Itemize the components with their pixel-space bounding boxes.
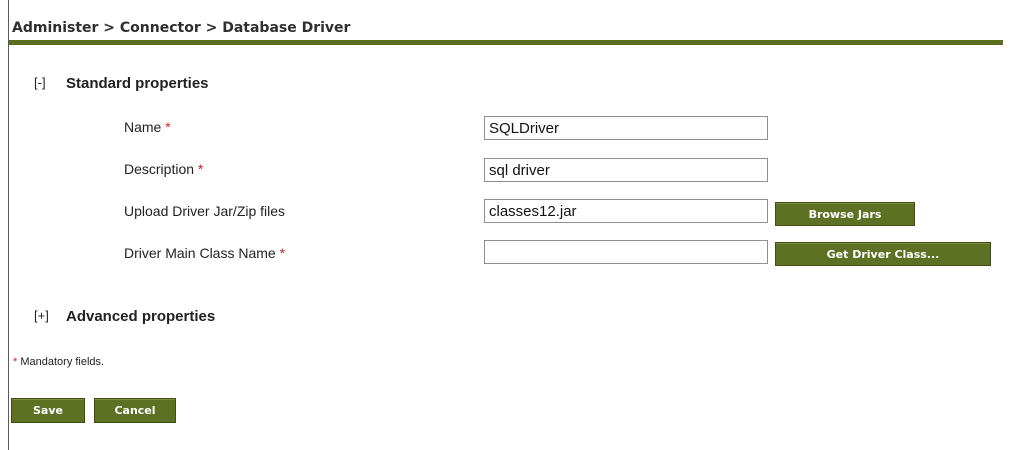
mandatory-mark: *	[13, 356, 18, 368]
name-required-mark: *	[165, 119, 171, 135]
name-input[interactable]	[484, 116, 768, 140]
cancel-button[interactable]: Cancel	[94, 398, 176, 423]
mandatory-fields-note: * Mandatory fields.	[13, 356, 104, 368]
save-button[interactable]: Save	[11, 398, 85, 423]
description-input[interactable]	[484, 158, 768, 182]
description-label-text: Description	[124, 161, 195, 177]
upload-file-input[interactable]	[484, 199, 768, 223]
main-class-label: Driver Main Class Name *	[124, 245, 285, 261]
browse-jars-button[interactable]: Browse Jars	[775, 202, 915, 226]
main-class-input[interactable]	[484, 240, 768, 264]
upload-label-text: Upload Driver Jar/Zip files	[124, 203, 286, 219]
header-divider	[9, 40, 1003, 45]
get-driver-class-button[interactable]: Get Driver Class...	[775, 242, 991, 266]
name-label: Name *	[124, 119, 171, 135]
main-class-label-text: Driver Main Class Name	[124, 245, 276, 261]
breadcrumb: Administer > Connector > Database Driver	[12, 20, 351, 36]
left-border	[8, 0, 9, 450]
upload-label: Upload Driver Jar/Zip files	[124, 203, 285, 219]
name-label-text: Name	[124, 119, 162, 135]
main-class-required-mark: *	[279, 245, 286, 261]
mandatory-text: Mandatory fields.	[20, 356, 105, 368]
advanced-section-title[interactable]: Advanced properties	[66, 308, 215, 325]
standard-section-collapse-toggle[interactable]: [-]	[34, 75, 46, 90]
standard-section-title[interactable]: Standard properties	[66, 75, 209, 92]
advanced-section-expand-toggle[interactable]: [+]	[34, 308, 49, 323]
description-required-mark: *	[197, 161, 204, 177]
description-label: Description *	[124, 161, 203, 177]
